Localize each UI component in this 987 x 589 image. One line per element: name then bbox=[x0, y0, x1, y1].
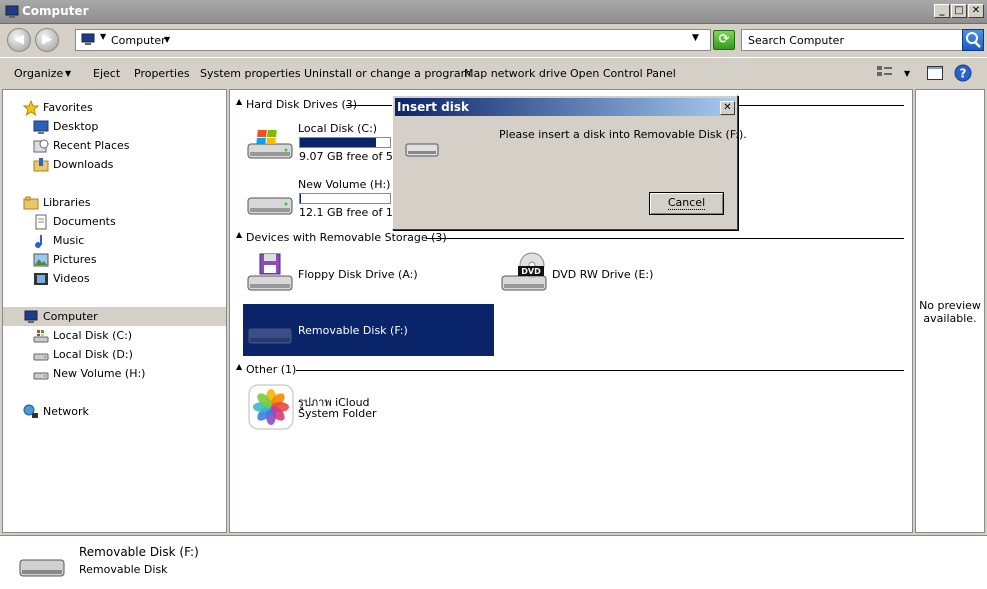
maximize-button[interactable]: □ bbox=[951, 4, 967, 18]
documents-icon bbox=[35, 214, 47, 230]
search-icon[interactable] bbox=[962, 29, 984, 51]
preview-message-line1: No preview bbox=[919, 299, 981, 312]
group-divider bbox=[296, 370, 904, 371]
preview-message-line2: available. bbox=[923, 312, 977, 325]
details-item-type: Removable Disk bbox=[79, 563, 168, 576]
map-network-drive-button[interactable]: Map network drive bbox=[464, 67, 567, 80]
dialog-title: Insert disk bbox=[397, 100, 469, 114]
drive-h-usage-bar bbox=[299, 193, 391, 204]
chevron-down-icon[interactable]: ▼ bbox=[100, 32, 106, 41]
window-title: Computer bbox=[22, 4, 89, 18]
recent-places-icon bbox=[33, 139, 49, 153]
organize-menu[interactable]: Organize bbox=[14, 67, 63, 80]
back-button[interactable]: ◀ bbox=[7, 28, 31, 52]
refresh-button[interactable]: ⟳ bbox=[713, 30, 735, 50]
group-header-removable-storage[interactable]: Devices with Removable Storage (3) bbox=[246, 231, 447, 244]
removable-disk-name[interactable]: Removable Disk (F:) bbox=[298, 324, 408, 337]
navigation-pane[interactable]: Favorites Desktop Recent Places Download… bbox=[2, 89, 227, 533]
windows-drive-icon bbox=[247, 130, 293, 159]
collapse-icon[interactable]: ▲ bbox=[236, 97, 242, 106]
drive-h-usage-fill bbox=[300, 194, 301, 203]
computer-icon bbox=[5, 5, 19, 18]
preview-pane-icon[interactable] bbox=[926, 64, 944, 82]
desktop-icon bbox=[33, 120, 49, 134]
removable-disk-icon bbox=[19, 559, 65, 577]
title-bar: Computer _ □ ✕ bbox=[0, 0, 987, 24]
search-input[interactable]: Search Computer bbox=[741, 29, 965, 51]
chevron-down-icon[interactable]: ▼ bbox=[65, 69, 71, 78]
drive-c-usage-bar bbox=[299, 137, 391, 148]
hard-drive-icon bbox=[33, 372, 49, 380]
open-control-panel-button[interactable]: Open Control Panel bbox=[570, 67, 676, 80]
preview-pane: No preview available. bbox=[915, 89, 985, 533]
eject-button[interactable]: Eject bbox=[93, 67, 120, 80]
drive-h-name[interactable]: New Volume (H:) bbox=[298, 178, 390, 191]
collapse-icon[interactable]: ▲ bbox=[236, 362, 242, 371]
computer-icon bbox=[81, 33, 95, 45]
drive-c-free-space: 9.07 GB free of 55. bbox=[299, 150, 404, 163]
drive-h-free-space: 12.1 GB free of 12. bbox=[299, 206, 404, 219]
collapse-icon[interactable]: ▲ bbox=[236, 230, 242, 239]
music-icon bbox=[35, 235, 42, 248]
details-item-name: Removable Disk (F:) bbox=[79, 545, 199, 559]
icloud-photos-type: System Folder bbox=[298, 407, 377, 420]
address-dropdown-icon[interactable]: ▼ bbox=[692, 33, 699, 43]
properties-button[interactable]: Properties bbox=[134, 67, 190, 80]
dvd-drive-name[interactable]: DVD RW Drive (E:) bbox=[552, 268, 653, 281]
removable-disk-icon bbox=[247, 327, 293, 345]
removable-disk-icon bbox=[405, 143, 439, 157]
dialog-message: Please insert a disk into Removable Disk… bbox=[499, 128, 747, 141]
hard-drive-icon bbox=[33, 353, 49, 361]
dvd-drive-icon: DVD bbox=[501, 252, 547, 291]
dialog-close-button[interactable]: ✕ bbox=[720, 101, 735, 115]
windows-drive-icon bbox=[33, 330, 49, 343]
drive-c-usage-fill bbox=[300, 138, 376, 147]
svg-text:?: ? bbox=[960, 67, 967, 81]
videos-icon bbox=[34, 273, 48, 285]
command-bar: Organize ▼ Eject Properties System prope… bbox=[0, 57, 987, 89]
view-options-icon[interactable] bbox=[876, 64, 894, 82]
insert-disk-dialog[interactable]: Insert disk ✕ Please insert a disk into … bbox=[392, 95, 747, 230]
network-icon bbox=[23, 404, 38, 418]
system-properties-button[interactable]: System properties bbox=[200, 67, 301, 80]
minimize-button[interactable]: _ bbox=[934, 4, 950, 18]
close-button[interactable]: ✕ bbox=[968, 4, 984, 18]
address-field[interactable]: ▼ Computer ▼ bbox=[75, 29, 711, 51]
dvd-badge: DVD bbox=[521, 267, 541, 276]
forward-button[interactable]: ▶ bbox=[35, 28, 59, 52]
details-pane: Removable Disk (F:) Removable Disk bbox=[0, 535, 987, 589]
address-path[interactable]: Computer bbox=[111, 34, 166, 47]
icloud-photos-icon[interactable] bbox=[248, 384, 294, 430]
hard-drive-icon bbox=[247, 197, 293, 215]
group-divider bbox=[426, 238, 904, 239]
uninstall-program-button[interactable]: Uninstall or change a program bbox=[304, 67, 471, 80]
dialog-title-bar[interactable]: Insert disk ✕ bbox=[395, 98, 735, 116]
address-bar-row: ◀ ▶ ▼ Computer ▼ ▼ ⟳ Search Computer bbox=[0, 24, 987, 57]
pictures-icon bbox=[33, 253, 49, 267]
chevron-down-icon[interactable]: ▼ bbox=[164, 35, 170, 44]
floppy-drive-name[interactable]: Floppy Disk Drive (A:) bbox=[298, 268, 418, 281]
group-header-other[interactable]: Other (1) bbox=[246, 363, 296, 376]
cancel-button[interactable]: Cancel bbox=[649, 192, 724, 215]
libraries-icon bbox=[23, 196, 39, 210]
help-icon[interactable]: ? bbox=[954, 64, 972, 82]
star-icon bbox=[23, 100, 39, 116]
downloads-folder-icon bbox=[33, 158, 49, 172]
chevron-down-icon[interactable]: ▼ bbox=[904, 69, 910, 78]
drive-c-name[interactable]: Local Disk (C:) bbox=[298, 122, 377, 135]
group-header-hard-disk-drives[interactable]: Hard Disk Drives (3) bbox=[246, 98, 357, 111]
computer-icon bbox=[24, 310, 38, 323]
floppy-drive-icon bbox=[247, 253, 293, 291]
